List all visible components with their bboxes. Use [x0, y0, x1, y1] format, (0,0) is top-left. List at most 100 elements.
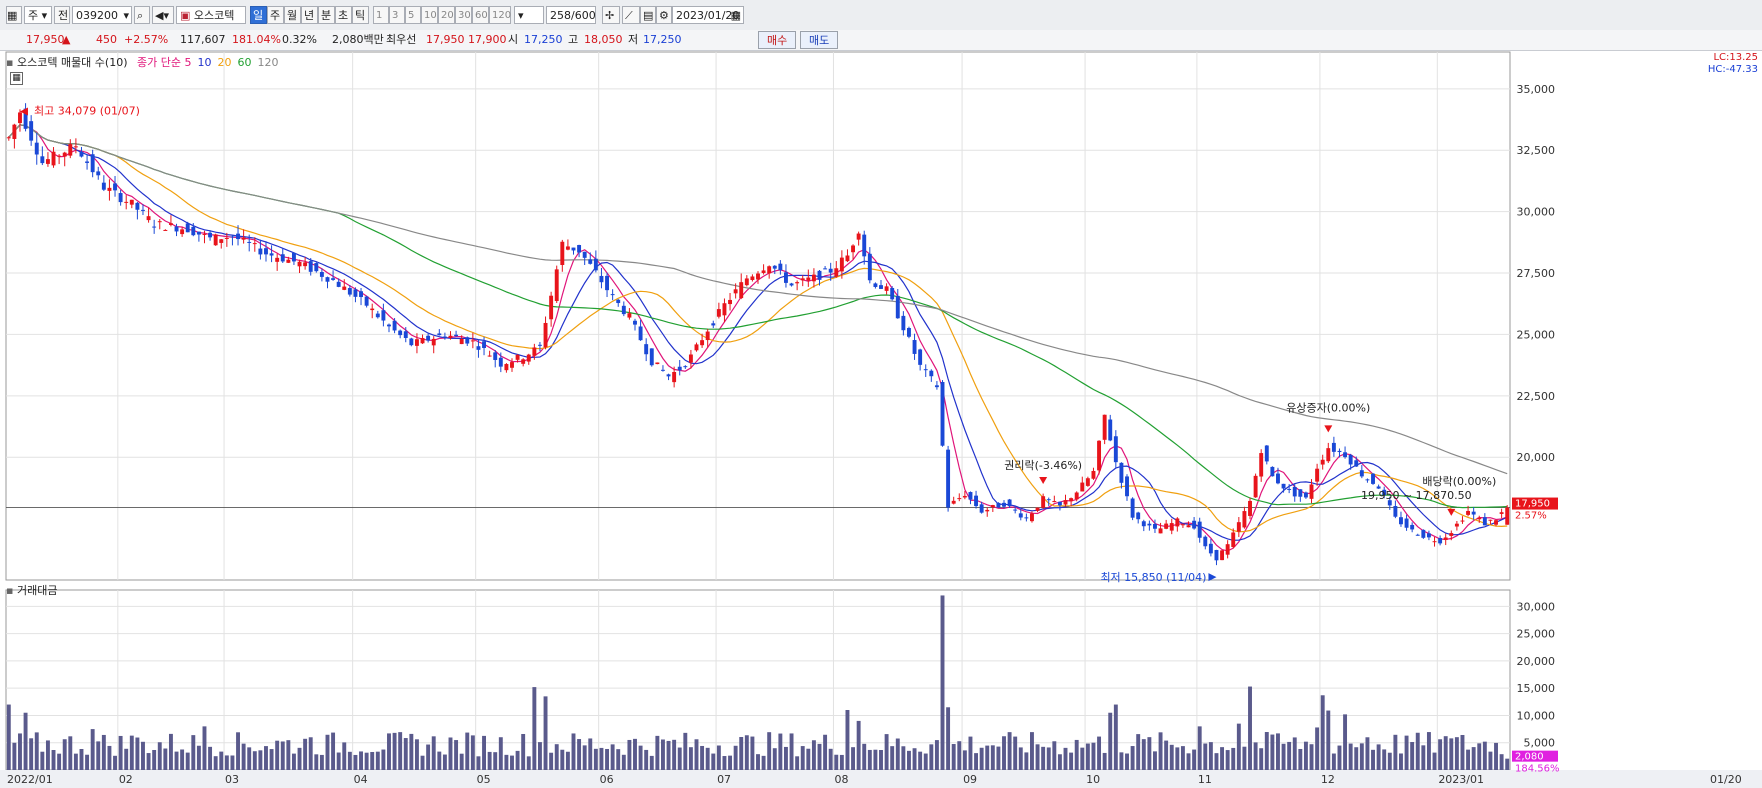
candle-body [677, 366, 682, 371]
period-2-button[interactable]: 월 [284, 6, 301, 24]
save-icon[interactable]: ▤ [640, 6, 656, 24]
ma-legend-item[interactable]: 10 [198, 56, 212, 69]
candle-body [1499, 512, 1504, 514]
trade-amount-bar [621, 754, 626, 770]
trade-amount-bar [1264, 732, 1269, 770]
candle-body [370, 308, 375, 311]
ma-legend-item[interactable]: 120 [258, 56, 279, 69]
period-6-button[interactable]: 틱 [352, 6, 369, 24]
trade-amount-bar [1164, 740, 1169, 770]
period-5-button[interactable]: 초 [335, 6, 352, 24]
candle-body [929, 370, 934, 377]
x-tick-label: 12 [1321, 773, 1335, 786]
price-panel-frame [5, 51, 1511, 581]
search-icon[interactable]: ⌕ [134, 6, 150, 24]
trade-amount-bar [23, 712, 28, 770]
trade-amount-bar [722, 756, 727, 770]
candle-body [1426, 533, 1431, 538]
drawing-icon[interactable]: ⟋ [622, 6, 640, 24]
x-right-label: 01/20 [1710, 773, 1742, 786]
stock-chart[interactable]: 7,698,694(16.6%)10,751,913(23.1%)3,430,9… [0, 50, 1762, 788]
minute-step-6-button[interactable]: 60 [472, 6, 489, 24]
calendar-icon[interactable]: ▦ [731, 7, 741, 25]
candle-body [1153, 523, 1157, 529]
stock-code-input[interactable]: 039200 ▾ [72, 6, 132, 24]
price-tick-label: 20,000 [1517, 451, 1556, 464]
trade-amount-bar [1331, 753, 1336, 770]
trade-amount-bar [1175, 747, 1180, 770]
stock-name-field[interactable]: ▣ 오스코텍 [176, 6, 246, 24]
date-field[interactable]: 2023/01/20 ▦ [672, 6, 744, 24]
candle-body [990, 505, 995, 508]
prev-button[interactable]: 전 [54, 6, 70, 24]
trade-amount-bar [437, 751, 442, 770]
trade-amount-bar [124, 748, 129, 770]
candle-body [1248, 500, 1252, 516]
candle-body [700, 340, 705, 346]
trade-amount-bar [252, 751, 257, 770]
candle-body [588, 259, 593, 264]
candle-body [1192, 520, 1197, 529]
gear-icon[interactable]: ⚙ [656, 6, 672, 24]
trade-amount: 2,080백만 [332, 33, 384, 46]
minute-step-0-button[interactable]: 1 [373, 6, 389, 24]
trade-amount-bar [236, 732, 240, 770]
trade-amount-bar [1214, 753, 1219, 770]
candle-body [414, 339, 419, 346]
candle-body [152, 226, 157, 228]
trade-amount-bar [845, 710, 850, 770]
minute-step-1-button[interactable]: 3 [389, 6, 405, 24]
trade-amount-bar [1102, 752, 1107, 770]
crosshair-icon[interactable]: ✢ [602, 6, 620, 24]
code-dropdown-icon[interactable]: ▾ [123, 7, 129, 25]
period-type-select[interactable]: 주 ▾ [24, 6, 52, 24]
candle-body [660, 369, 665, 371]
candle-body [448, 335, 453, 338]
trade-amount-bar [923, 753, 928, 770]
count-dropdown[interactable]: ▾ [514, 6, 544, 24]
trade-amount-bar [1248, 686, 1252, 770]
candle-body [1471, 511, 1476, 515]
table-toggle-icon[interactable]: ▦ [10, 72, 23, 85]
ma-legend-item[interactable]: 60 [238, 56, 252, 69]
candle-body [806, 277, 811, 281]
candle-body [940, 381, 945, 446]
candle-body [834, 268, 839, 277]
period-1-button[interactable]: 주 [267, 6, 284, 24]
candle-body [409, 338, 414, 346]
sound-icon[interactable]: ◀▾ [152, 6, 174, 24]
candle-body [347, 288, 352, 295]
period-4-button[interactable]: 분 [318, 6, 335, 24]
candle-body [459, 338, 464, 345]
candle-body [68, 144, 73, 156]
trade-amount-bar [141, 741, 145, 770]
minute-step-3-button[interactable]: 10 [421, 6, 438, 24]
trade-amount-bar [1136, 734, 1141, 770]
sell-button[interactable]: 매도 [800, 31, 839, 49]
chart-grid [0, 51, 1762, 788]
minute-step-2-button[interactable]: 5 [405, 6, 421, 24]
period-3-button[interactable]: 년 [301, 6, 318, 24]
candle-body [1259, 453, 1264, 477]
candle-body [1331, 442, 1336, 452]
trade-amount-bar [426, 744, 431, 770]
minute-step-7-button[interactable]: 120 [489, 6, 511, 24]
count-field[interactable]: 258/600 [546, 6, 596, 24]
buy-button[interactable]: 매수 [758, 31, 797, 49]
trade-amount-bar [851, 747, 856, 770]
minute-step-5-button[interactable]: 30 [455, 6, 472, 24]
period-0-button[interactable]: 일 [250, 6, 267, 24]
candle-body [34, 142, 39, 155]
candle-body [141, 209, 145, 211]
trade-amount-bar [1147, 737, 1152, 770]
volume-tick-label: 20,000 [1517, 655, 1556, 668]
candle-body [901, 315, 906, 331]
high-label: 고 [568, 33, 579, 46]
trade-amount-bar [962, 750, 967, 770]
minute-step-4-button[interactable]: 20 [438, 6, 455, 24]
chart-type-icon[interactable]: ▦ [6, 6, 22, 24]
ma-legend-item[interactable]: 종가 단순 5 [137, 56, 191, 69]
ma-legend-item[interactable]: 20 [218, 56, 232, 69]
candle-body [644, 344, 649, 355]
x-tick-label: 02 [119, 773, 133, 786]
